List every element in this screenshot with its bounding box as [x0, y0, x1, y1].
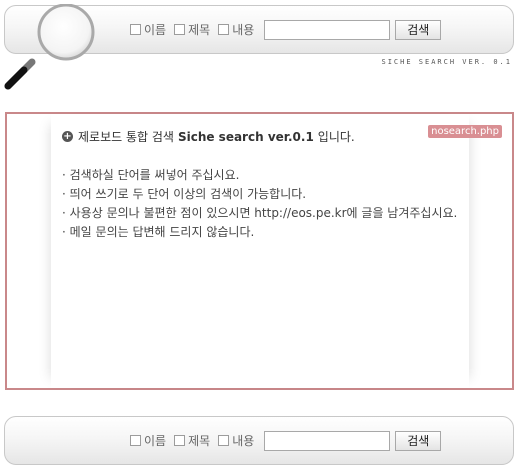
option-subject[interactable]: 제목 [174, 21, 210, 38]
top-search-input[interactable] [264, 19, 391, 40]
headline-suffix: 입니다. [317, 130, 355, 144]
search-page: 이름 제목 내용 검색 SICHE SEARCH VER. 0.1 + 제로보드… [0, 0, 518, 471]
headline-prefix: 제로보드 통합 검색 [78, 130, 174, 144]
content-label: 내용 [232, 23, 255, 37]
content-checkbox[interactable] [218, 435, 230, 446]
option-name[interactable]: 이름 [130, 21, 166, 38]
note-item: · 검색하실 단어를 써넣어 주십시요. [62, 168, 240, 182]
name-label: 이름 [144, 434, 167, 448]
bottom-search-bar: 이름 제목 내용 검색 [4, 416, 514, 465]
note-item: · 띄어 쓰기로 두 단어 이상의 검색이 가능합니다. [62, 187, 307, 201]
bottom-search-button[interactable]: 검색 [395, 430, 442, 451]
magnifier-icon [4, 4, 95, 90]
subject-label: 제목 [188, 23, 211, 37]
top-search-controls: 이름 제목 내용 검색 [130, 19, 442, 41]
name-checkbox[interactable] [130, 435, 141, 446]
name-label: 이름 [144, 23, 167, 37]
content-label: 내용 [232, 434, 255, 448]
top-search-button[interactable]: 검색 [395, 19, 442, 40]
plus-circle-icon: + [62, 130, 73, 142]
note-item: · 메일 문의는 답변해 드리지 않습니다. [62, 225, 255, 239]
inner-panel [51, 114, 469, 388]
content-frame: + 제로보드 통합 검색 Siche search ver.0.1 입니다. n… [5, 112, 514, 390]
version-label: SICHE SEARCH VER. 0.1 [381, 58, 512, 66]
note-item: · 사용상 문의나 불편한 점이 있으시면 http://eos.pe.kr에 … [62, 206, 458, 220]
option-content[interactable]: 내용 [218, 21, 254, 38]
option-content[interactable]: 내용 [218, 432, 254, 449]
subject-checkbox[interactable] [174, 24, 186, 35]
file-tag: nosearch.php [428, 125, 502, 138]
subject-checkbox[interactable] [174, 435, 186, 446]
bottom-search-controls: 이름 제목 내용 검색 [130, 430, 442, 452]
subject-label: 제목 [188, 434, 211, 448]
option-name[interactable]: 이름 [130, 432, 166, 449]
headline: + 제로보드 통합 검색 Siche search ver.0.1 입니다. [62, 128, 355, 145]
option-subject[interactable]: 제목 [174, 432, 210, 449]
headline-title: Siche search ver.0.1 [177, 129, 314, 144]
notes-list: · 검색하실 단어를 써넣어 주십시요. · 띄어 쓰기로 두 단어 이상의 검… [62, 166, 467, 242]
name-checkbox[interactable] [130, 24, 141, 35]
bottom-search-input[interactable] [264, 430, 391, 451]
content-checkbox[interactable] [218, 24, 230, 35]
